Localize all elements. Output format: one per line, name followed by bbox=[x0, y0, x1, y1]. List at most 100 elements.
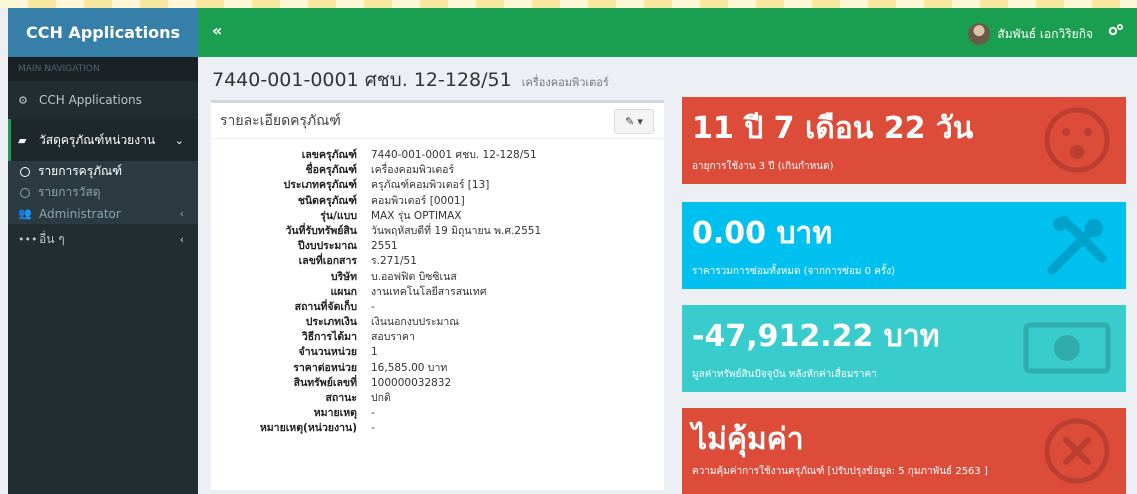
detail-row: สถานที่จัดเก็บ - bbox=[211, 300, 664, 315]
dashboard-icon: ⚙ bbox=[18, 93, 28, 107]
sidebar-item-label: Administrator bbox=[39, 206, 121, 221]
detail-label: บริษัท bbox=[330, 270, 357, 283]
chevron-down-icon: ⌄ bbox=[174, 133, 184, 147]
detail-label: สถานที่จัดเก็บ bbox=[294, 300, 357, 313]
detail-value: ปกติ bbox=[371, 392, 391, 404]
app-logo[interactable]: CCH Applications bbox=[8, 8, 198, 57]
detail-value: คอมพิวเตอร์ [0001] bbox=[371, 194, 465, 207]
detail-value: บ.ออฟฟิต บิซซิเนส bbox=[371, 270, 457, 283]
detail-label: รุ่น/แบบ bbox=[320, 209, 357, 222]
sidebar-subitem-asset-list[interactable]: รายการครุภัณฑ์ bbox=[8, 161, 198, 182]
surprised-face-icon bbox=[1044, 107, 1110, 173]
detail-value: 100000032832 bbox=[371, 376, 452, 389]
detail-row: สถานะ ปกติ bbox=[211, 391, 664, 406]
detail-label: วิธีการได้มา bbox=[301, 331, 357, 344]
detail-value: เงินนอกงบประมาณ bbox=[371, 316, 460, 329]
stat-caption: ความคุ้มค่าการใช้งานครุภัณฑ์ [ปรับปรุงข้… bbox=[692, 466, 988, 477]
users-cog-icon: 👥 bbox=[18, 207, 32, 220]
user-menu[interactable]: สัมพันธ์ เอกวิริยกิจ bbox=[968, 23, 1093, 45]
detail-row: แผนก งานเทคโนโลยีสารสนเทศ bbox=[211, 285, 664, 300]
detail-value: 2551 bbox=[371, 240, 398, 253]
money-bill-icon bbox=[1023, 322, 1111, 374]
detail-label: เลขที่เอกสาร bbox=[298, 255, 357, 268]
detail-row: ชนิดครุภัณฑ์ คอมพิวเตอร์ [0001] bbox=[211, 194, 664, 209]
settings-cogs-icon[interactable] bbox=[1108, 23, 1124, 41]
detail-value: ร.271/51 bbox=[371, 255, 417, 268]
detail-label: ชนิดครุภัณฑ์ bbox=[297, 194, 357, 207]
detail-label: ราคาต่อหน่วย bbox=[293, 361, 357, 374]
page-title-text: 7440-001-0001 ศชบ. 12-128/51 bbox=[212, 69, 512, 91]
circle-icon bbox=[20, 187, 30, 198]
detail-value: - bbox=[371, 300, 375, 313]
detail-value: - bbox=[371, 407, 375, 420]
detail-label: ประเภทครุภัณฑ์ bbox=[283, 179, 357, 192]
detail-label: ปีงบประมาณ bbox=[298, 240, 357, 253]
user-name: สัมพันธ์ เอกวิริยกิจ bbox=[997, 26, 1093, 41]
detail-row: หมายเหตุ(หน่วยงาน) - bbox=[211, 421, 664, 436]
chevron-left-icon: ‹ bbox=[179, 232, 184, 246]
details-list: เลขครุภัณฑ์ 7440-001-0001 ศชบ. 12-128/51 ช… bbox=[211, 148, 664, 437]
top-navbar: « สัมพันธ์ เอกวิริยกิจ bbox=[198, 8, 1137, 57]
sidebar: MAIN NAVIGATION ⚙ CCH Applications ▰ วัส… bbox=[8, 57, 198, 494]
sidebar-subitem-material-list[interactable]: รายการวัสดุ bbox=[8, 182, 198, 203]
top-decorative-strip bbox=[0, 0, 1137, 8]
caret-down-icon: ▾ bbox=[637, 115, 643, 128]
detail-label: ประเภทเงิน bbox=[305, 316, 357, 329]
circle-icon bbox=[20, 166, 30, 177]
detail-value: MAX รุ่น OPTIMAX bbox=[371, 209, 462, 222]
tools-dropdown-button[interactable]: ✎ ▾ bbox=[614, 109, 654, 134]
detail-label: แผนก bbox=[330, 285, 357, 298]
chevron-left-icon: ‹ bbox=[179, 207, 184, 220]
wrench-screwdriver-icon bbox=[1047, 215, 1107, 275]
detail-label: วันที่รับทรัพย์สิน bbox=[285, 224, 357, 237]
detail-label: ชื่อครุภัณฑ์ bbox=[305, 164, 357, 177]
sidebar-item-assets[interactable]: ▰ วัสดุครุภัณฑ์หน่วยงาน ⌄ bbox=[8, 119, 198, 161]
detail-row: ประเภทครุภัณฑ์ ครุภัณฑ์คอมพิวเตอร์ [13] bbox=[211, 178, 664, 193]
detail-value: - bbox=[371, 422, 375, 435]
sidebar-item-other[interactable]: ••• อื่น ๆ ‹ bbox=[8, 224, 198, 254]
stat-box-current-value: -47,912.22 บาท มูลค่าทรัพย์สินปัจจุบัน ห… bbox=[682, 305, 1126, 392]
sidebar-item-cch-applications[interactable]: ⚙ CCH Applications bbox=[8, 85, 198, 115]
stat-value: ไม่คุ้มค่า bbox=[692, 422, 804, 457]
detail-row: วันที่รับทรัพย์สิน วันพฤหัสบดีที่ 19 มิถุ… bbox=[211, 224, 664, 239]
detail-row: ชื่อครุภัณฑ์ เครื่องคอมพิวเตอร์ bbox=[211, 163, 664, 178]
stat-value: -47,912.22 บาท bbox=[692, 319, 940, 354]
detail-row: ประเภทเงิน เงินนอกงบประมาณ bbox=[211, 315, 664, 330]
detail-row: จำนวนหน่วย 1 bbox=[211, 345, 664, 360]
detail-label: สินทรัพย์เลขที่ bbox=[293, 376, 357, 389]
asset-details-box: รายละเอียดครุภัณฑ์ ✎ ▾ เลขครุภัณฑ์ 7440-0… bbox=[211, 100, 664, 490]
stat-caption: ราคารวมการซ่อมทั้งหมด (จากการซ่อม 0 ครั้… bbox=[692, 266, 896, 277]
detail-value: เครื่องคอมพิวเตอร์ bbox=[371, 164, 455, 177]
stat-value: 0.00 บาท bbox=[692, 216, 833, 251]
sidebar-item-administrator[interactable]: 👥 Administrator ‹ bbox=[8, 203, 198, 224]
truck-icon: ▰ bbox=[18, 133, 27, 147]
stat-caption: อายุการใช้งาน 3 ปี (เกินกำหนด) bbox=[692, 161, 834, 172]
stat-caption: มูลค่าทรัพย์สินปัจจุบัน หลังหักค่าเสื่อม… bbox=[692, 369, 877, 380]
sidebar-toggle-icon[interactable]: « bbox=[212, 21, 222, 40]
detail-value: ครุภัณฑ์คอมพิวเตอร์ [13] bbox=[371, 179, 490, 192]
detail-row: วิธีการได้มา สอบราคา bbox=[211, 330, 664, 345]
detail-value: 7440-001-0001 ศชบ. 12-128/51 bbox=[371, 149, 537, 161]
divider bbox=[211, 138, 664, 139]
detail-value: สอบราคา bbox=[371, 331, 415, 344]
detail-row: เลขที่เอกสาร ร.271/51 bbox=[211, 254, 664, 269]
stat-box-repair-cost: 0.00 บาท ราคารวมการซ่อมทั้งหมด (จากการซ่… bbox=[682, 202, 1126, 289]
stat-box-age: 11 ปี 7 เดือน 22 วัน อายุการใช้งาน 3 ปี … bbox=[682, 97, 1126, 184]
detail-row: รุ่น/แบบ MAX รุ่น OPTIMAX bbox=[211, 209, 664, 224]
detail-label: หมายเหตุ(หน่วยงาน) bbox=[259, 422, 357, 435]
detail-value: วันพฤหัสบดีที่ 19 มิถุนายน พ.ศ.2551 bbox=[371, 224, 542, 237]
detail-label: เลขครุภัณฑ์ bbox=[301, 149, 357, 161]
detail-value: งานเทคโนโลยีสารสนเทศ bbox=[371, 285, 487, 298]
main-content: 7440-001-0001 ศชบ. 12-128/51 เครื่องคอมพ… bbox=[198, 57, 1137, 494]
detail-label: หมายเหตุ bbox=[313, 407, 357, 420]
stat-value: 11 ปี 7 เดือน 22 วัน bbox=[692, 111, 974, 146]
sidebar-item-label: วัสดุครุภัณฑ์หน่วยงาน bbox=[39, 132, 156, 147]
detail-value: 16,585.00 บาท bbox=[371, 361, 448, 374]
stat-box-worthiness: ไม่คุ้มค่า ความคุ้มค่าการใช้งานครุภัณฑ์ … bbox=[682, 408, 1126, 494]
sidebar-subitem-label: รายการวัสดุ bbox=[38, 185, 101, 199]
detail-row: บริษัท บ.ออฟฟิต บิซซิเนส bbox=[211, 270, 664, 285]
times-circle-icon bbox=[1044, 418, 1110, 484]
detail-row: สินทรัพย์เลขที่ 100000032832 bbox=[211, 376, 664, 391]
user-avatar bbox=[968, 23, 991, 45]
detail-label: สถานะ bbox=[325, 392, 357, 404]
